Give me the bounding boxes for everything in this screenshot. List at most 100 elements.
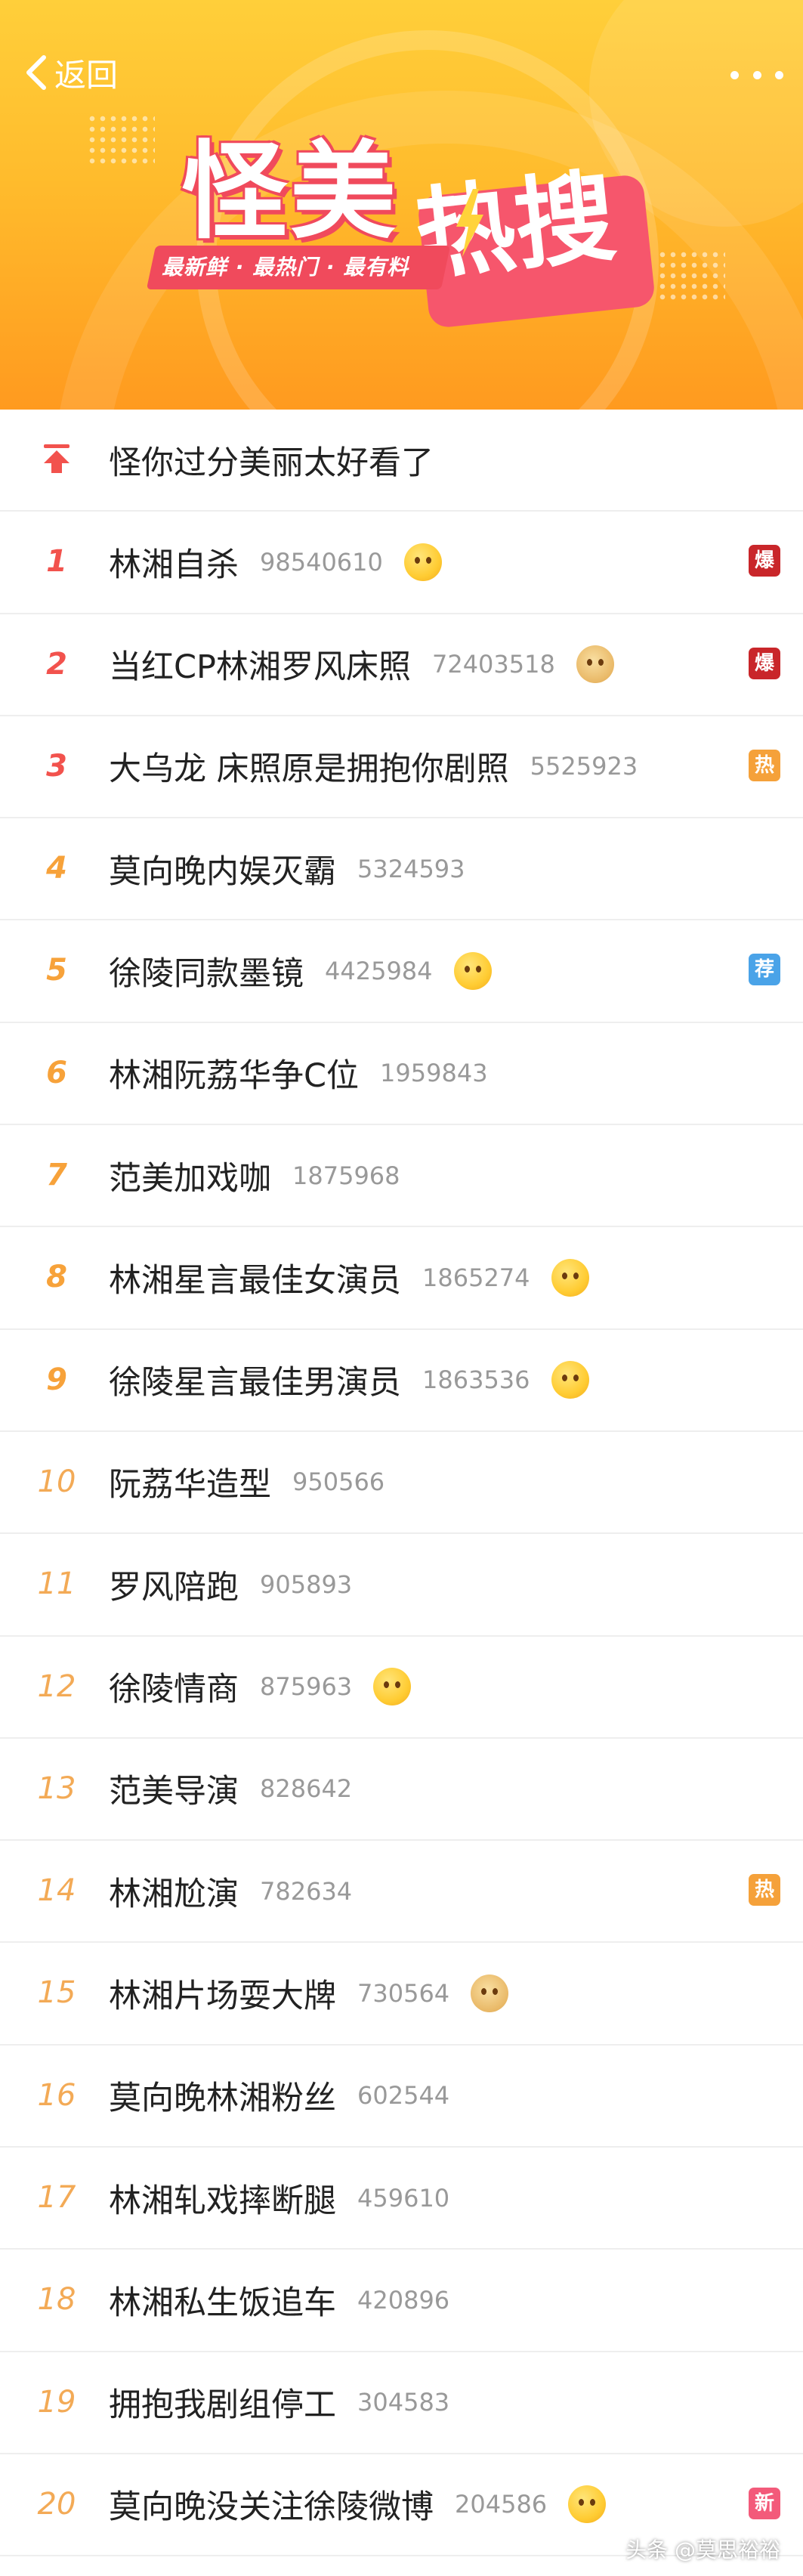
rank-number: 19 [37, 2384, 76, 2420]
item-title: 阮荔华造型 [109, 1466, 271, 1504]
list-item[interactable]: 13 范美导演 828642 [0, 1739, 803, 1842]
list-item[interactable]: 11 罗风陪跑 905893 [0, 1534, 803, 1637]
item-title: 莫向晚没关注徐陵微博 [109, 2488, 434, 2527]
list-item[interactable]: 12 徐陵情商 875963 [0, 1637, 803, 1739]
list-item[interactable]: 3 大乌龙 床照原是拥抱你剧照 5525923 热 [0, 716, 803, 819]
item-title: 徐陵星言最佳男演员 [109, 1364, 401, 1402]
more-dot-icon [752, 70, 761, 79]
search-count: 828642 [260, 1774, 353, 1804]
grimacing-emoji-icon [403, 543, 442, 581]
search-count: 304583 [357, 2388, 450, 2417]
list-item[interactable]: 8 林湘星言最佳女演员 1865274 [0, 1227, 803, 1330]
item-title: 林湘星言最佳女演员 [109, 1261, 401, 1300]
header-banner: 返回 怪美 热搜 最新鲜 · 最热门 · 最有料 [0, 0, 803, 410]
status-badge: 爆 [749, 647, 780, 679]
rank-number: 11 [37, 1566, 76, 1602]
item-title: 莫向晚林湘粉丝 [109, 2080, 336, 2118]
back-button[interactable]: 返回 [21, 50, 118, 95]
rank-number: 3 [46, 748, 67, 784]
rank-number: 16 [37, 2077, 76, 2113]
shush-emoji-icon [551, 1258, 589, 1297]
rank-number: 9 [46, 1362, 67, 1397]
item-title: 大乌龙 床照原是拥抱你剧照 [109, 750, 509, 789]
search-count: 602544 [357, 2081, 450, 2111]
pinned-item[interactable]: 怪你过分美丽太好看了 [0, 410, 803, 512]
status-badge: 热 [749, 1874, 780, 1906]
rank-number: 20 [37, 2486, 76, 2522]
list-item[interactable]: 1 林湘自杀 98540610 爆 [0, 512, 803, 614]
status-badge: 新 [749, 2487, 780, 2519]
rank-number: 5 [46, 953, 67, 988]
list-item[interactable]: 14 林湘尬演 782634 热 [0, 1841, 803, 1944]
item-title: 徐陵同款墨镜 [109, 954, 304, 993]
item-title: 林湘自杀 [109, 546, 239, 584]
rank-number: 13 [37, 1770, 76, 1806]
doge-emoji-icon [471, 1974, 509, 2012]
list-item[interactable]: 18 林湘私生饭追车 420896 [0, 2250, 803, 2352]
search-count: 875963 [260, 1672, 353, 1702]
rank-number: 15 [37, 1975, 76, 2011]
lightning-icon [456, 189, 483, 257]
search-count: 730564 [357, 1978, 450, 2008]
rank-number: 17 [37, 2180, 76, 2216]
search-count: 4425984 [325, 956, 433, 985]
list-item[interactable]: 4 莫向晚内娱灭霸 5324593 [0, 818, 803, 921]
search-count: 459610 [357, 2183, 450, 2213]
tongue-emoji-icon [373, 1668, 412, 1706]
more-options-button[interactable] [730, 63, 783, 86]
item-title: 林湘私生饭追车 [109, 2284, 336, 2322]
chevron-left-icon [26, 55, 46, 90]
search-count: 5324593 [357, 854, 465, 883]
search-count: 1875968 [292, 1161, 400, 1190]
search-count: 905893 [260, 1569, 353, 1599]
item-title: 当红CP林湘罗风床照 [109, 648, 411, 687]
search-count: 204586 [455, 2490, 548, 2519]
pin-top-icon [44, 444, 69, 473]
shush-emoji-icon [551, 1361, 589, 1399]
status-badge: 荐 [749, 954, 780, 986]
item-title: 莫向晚内娱灭霸 [109, 852, 336, 891]
page-title-logo: 怪美 热搜 最新鲜 · 最热门 · 最有料 [144, 128, 672, 355]
rank-number: 18 [37, 2282, 76, 2318]
list-item[interactable]: 6 林湘阮荔华争C位 1959843 [0, 1023, 803, 1126]
search-count: 5525923 [530, 752, 638, 781]
rank-number: 14 [37, 1873, 76, 1909]
status-badge: 热 [749, 749, 780, 781]
more-dot-icon [775, 70, 783, 79]
search-count: 98540610 [260, 547, 383, 577]
back-label: 返回 [54, 56, 119, 94]
search-count: 1863536 [422, 1365, 530, 1395]
list-item[interactable]: 9 徐陵星言最佳男演员 1863536 [0, 1330, 803, 1432]
item-title: 徐陵情商 [109, 1671, 239, 1709]
list-item[interactable]: 10 阮荔华造型 950566 [0, 1432, 803, 1535]
search-count: 1959843 [380, 1059, 488, 1088]
rank-number: 6 [46, 1055, 67, 1090]
list-item[interactable]: 15 林湘片场耍大牌 730564 [0, 1943, 803, 2046]
laugh-cry-emoji-icon [568, 2485, 607, 2524]
list-item[interactable]: 19 拥抱我剧组停工 304583 [0, 2352, 803, 2454]
item-title: 林湘轧戏摔断腿 [109, 2182, 336, 2220]
item-title: 林湘阮荔华争C位 [109, 1057, 360, 1096]
list-item[interactable]: 17 林湘轧戏摔断腿 459610 [0, 2148, 803, 2250]
search-count: 72403518 [431, 650, 555, 679]
list-item[interactable]: 5 徐陵同款墨镜 4425984 荐 [0, 920, 803, 1023]
item-title: 范美加戏咖 [109, 1159, 271, 1198]
list-item[interactable]: 2 当红CP林湘罗风床照 72403518 爆 [0, 614, 803, 716]
shocked-emoji-icon [453, 951, 492, 990]
slogan: 最新鲜 · 最热门 · 最有料 [162, 255, 409, 280]
watermark: 头条 @莫思裕裕 [625, 2537, 780, 2562]
search-count: 950566 [292, 1467, 385, 1497]
item-title: 范美导演 [109, 1773, 239, 1811]
search-count: 1865274 [422, 1263, 530, 1292]
list-item[interactable]: 16 莫向晚林湘粉丝 602544 [0, 2046, 803, 2148]
rank-number: 10 [37, 1464, 76, 1499]
rank-number: 8 [46, 1260, 67, 1295]
list-item[interactable]: 7 范美加戏咖 1875968 [0, 1125, 803, 1228]
item-title: 林湘尬演 [109, 1875, 239, 1913]
more-dot-icon [730, 70, 739, 79]
rank-number: 12 [37, 1668, 76, 1704]
search-count: 782634 [260, 1876, 353, 1906]
rank-number: 7 [46, 1158, 67, 1193]
item-title: 拥抱我剧组停工 [109, 2386, 336, 2425]
status-badge: 爆 [749, 545, 780, 577]
